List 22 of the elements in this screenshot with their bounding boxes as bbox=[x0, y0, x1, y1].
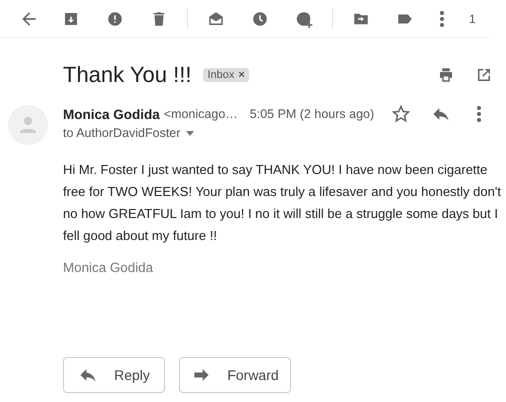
external-link-icon bbox=[475, 66, 493, 84]
printer-icon bbox=[437, 66, 455, 84]
forward-button[interactable]: Forward bbox=[179, 357, 291, 393]
caret-icon bbox=[186, 130, 194, 136]
clock-icon bbox=[251, 10, 269, 28]
vertical-dots-icon bbox=[440, 10, 444, 26]
label-text: Inbox bbox=[207, 69, 234, 81]
message-time: 5:05 PM (2 hours ago) bbox=[250, 107, 374, 121]
page-counter: 1 bbox=[469, 12, 476, 26]
envelope-icon bbox=[207, 10, 225, 28]
sender-name: Monica Godida bbox=[63, 106, 160, 122]
message-body: Hi Mr. Foster I just wanted to say THANK YOU! I have now been cigarette free for TWO WEEKS! Your plan was truly a lifesaver and you honestly don't no how GREATFUL Iam to you! I no it will still be a struggle some days but I fell good about my future !! bbox=[63, 161, 502, 245]
star-icon bbox=[391, 104, 412, 124]
remove-label-button[interactable]: × bbox=[238, 69, 245, 81]
signature: Monica Godida bbox=[63, 260, 154, 275]
email-subject: Thank You !!! bbox=[63, 62, 192, 88]
vertical-dots-icon bbox=[477, 106, 482, 122]
sender-email: <monicago… bbox=[164, 107, 238, 121]
avatar-icon bbox=[8, 105, 48, 145]
recipient-dropdown[interactable]: to AuthorDavidFoster bbox=[63, 126, 498, 140]
exclamation-icon bbox=[106, 10, 124, 28]
reply-button[interactable]: Reply bbox=[63, 357, 165, 393]
